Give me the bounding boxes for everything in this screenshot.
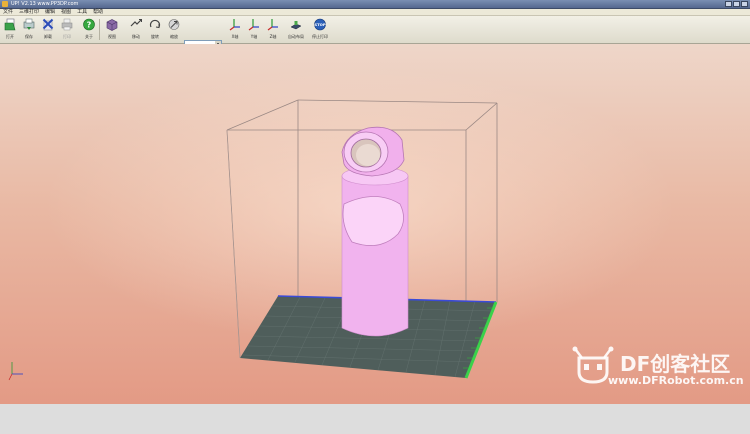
watermark: DF创客社区 www.DFRobot.com.cn <box>568 344 748 434</box>
help-icon: ? <box>83 18 95 31</box>
build-volume-front-edges <box>226 129 241 359</box>
stop-print-button[interactable]: STOP 停止打印 <box>311 17 329 42</box>
menu-tools[interactable]: 工具 <box>77 9 87 15</box>
app-logo-icon <box>2 1 8 7</box>
auto-layout-icon <box>290 21 302 30</box>
about-button[interactable]: ? 关于 <box>80 17 98 42</box>
menu-file[interactable]: 文件 <box>3 9 13 15</box>
open-icon <box>4 18 16 31</box>
toolbar: 打开 保存 卸载 打印 ? 关于 视图 移动 旋转 缩放 X轴 Y轴 Z轴 自动… <box>0 16 750 48</box>
unload-icon <box>42 18 54 31</box>
z-axis-button[interactable]: Z轴 <box>264 17 282 42</box>
print-button[interactable]: 打印 <box>58 17 76 42</box>
watermark-brand: DF创客社区 <box>620 352 731 376</box>
cylinder-model[interactable] <box>341 166 409 337</box>
move-icon <box>130 19 142 27</box>
menu-help[interactable]: 帮助 <box>93 9 103 15</box>
menu-3d-print[interactable]: 三维打印 <box>19 9 39 15</box>
save-icon <box>23 18 35 30</box>
menu-edit[interactable]: 编辑 <box>45 9 55 15</box>
auto-layout-button[interactable]: 自动布局 <box>287 17 305 42</box>
title-bar: UP! V2.13 www.PP3DP.com <box>0 0 750 9</box>
view-button[interactable]: 视图 <box>103 17 121 42</box>
app-window: UP! V2.13 www.PP3DP.com 文件 三维打印 编辑 视图 工具… <box>0 0 750 404</box>
ring-model[interactable] <box>341 126 405 177</box>
menu-view[interactable]: 视图 <box>61 9 71 15</box>
svg-text:?: ? <box>87 21 92 30</box>
watermark-site: www.DFRobot.com.cn <box>608 374 744 387</box>
maximize-button[interactable] <box>733 1 740 7</box>
scale-button[interactable]: 缩放 <box>165 17 183 42</box>
scale-icon <box>168 19 180 30</box>
3d-viewport[interactable]: DF创客社区 www.DFRobot.com.cn <box>0 44 750 404</box>
menu-bar: 文件 三维打印 编辑 视图 工具 帮助 <box>0 9 750 16</box>
window-controls <box>725 1 748 7</box>
rotate-icon <box>149 19 161 29</box>
window-title: UP! V2.13 www.PP3DP.com <box>11 1 79 7</box>
close-button[interactable] <box>741 1 748 7</box>
axis-gizmo <box>8 362 23 381</box>
y-axis-icon <box>248 19 259 31</box>
minimize-button[interactable] <box>725 1 732 7</box>
print-icon <box>61 18 73 31</box>
view-icon <box>106 19 118 31</box>
z-axis-icon <box>267 19 278 31</box>
svg-text:STOP: STOP <box>314 22 326 27</box>
stop-print-icon: STOP <box>314 18 326 31</box>
x-axis-icon <box>229 19 240 31</box>
